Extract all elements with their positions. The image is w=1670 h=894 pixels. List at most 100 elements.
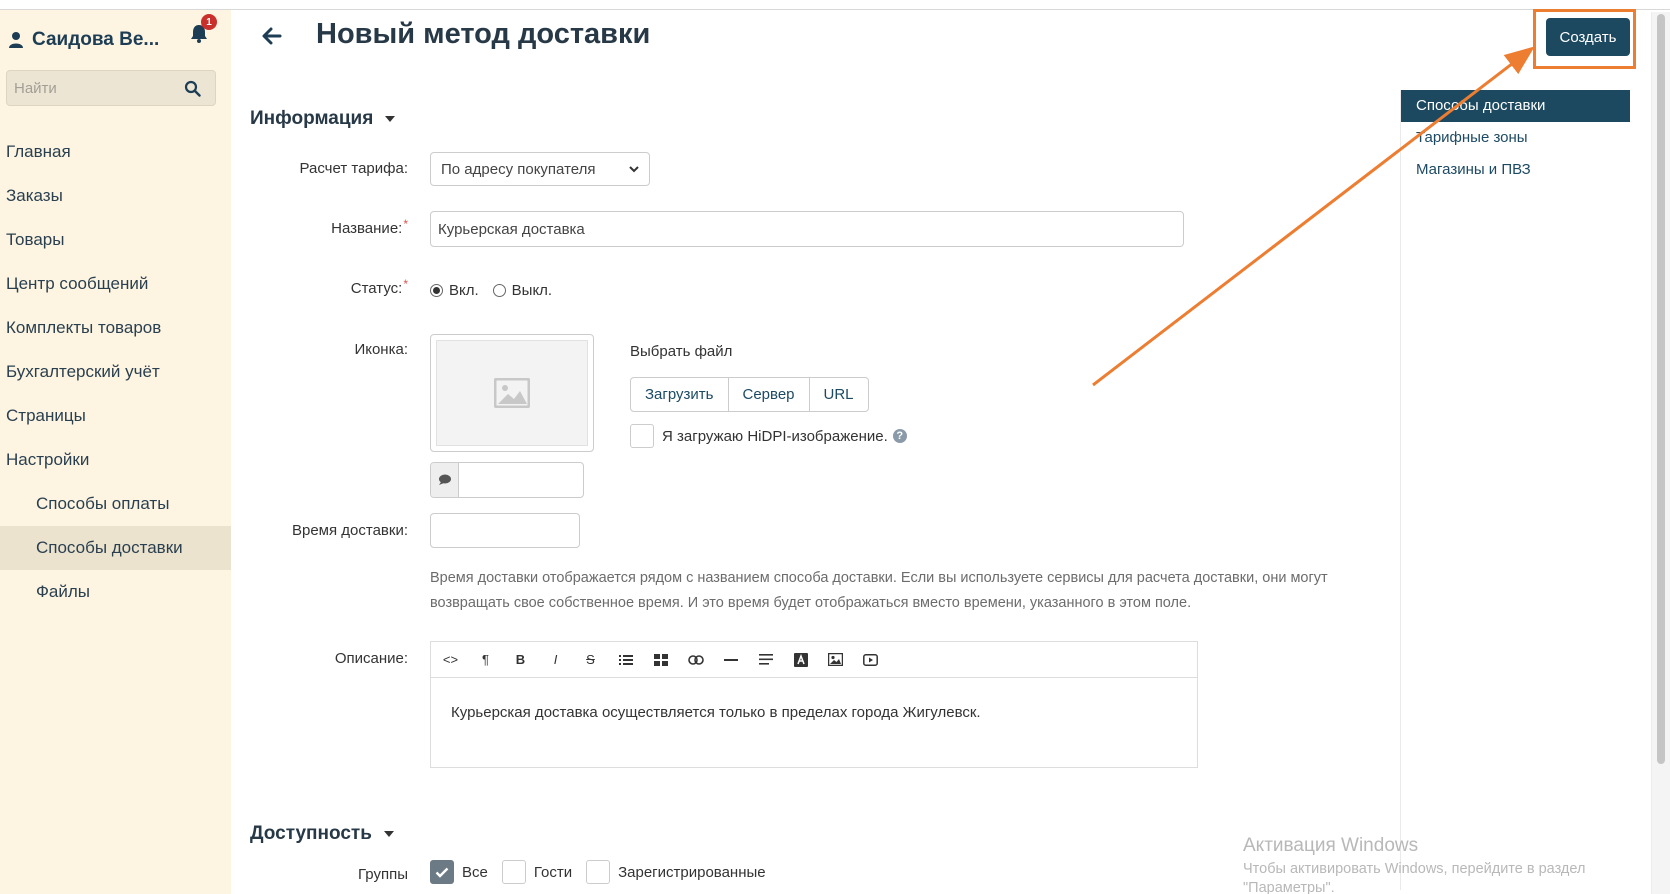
sidebar: Саидова Ве... 1 Главная Заказы Товары Це… [0,10,231,894]
italic-icon[interactable]: I [538,643,573,677]
strikethrough-icon[interactable]: S [573,643,608,677]
icon-label: Иконка: [354,341,408,358]
table-icon[interactable] [643,643,678,677]
group-registered-label: Зарегистрированные [618,863,766,881]
bold-icon[interactable]: B [503,643,538,677]
status-on-label: Вкл. [449,282,479,299]
hidpi-label: Я загружаю HiDPI-изображение. [662,427,888,445]
status-on-radio[interactable] [430,284,443,297]
list-icon[interactable] [608,643,643,677]
nav-item-files[interactable]: Файлы [0,570,231,614]
groups-checkbox-row: Все Гости Зарегистрированные [430,860,780,884]
user-icon [9,32,23,48]
groups-label: Группы [358,866,408,883]
availability-section-toggle[interactable]: Доступность [250,823,394,845]
icon-preview [430,334,594,452]
nav-item-message-center[interactable]: Центр сообщений [0,262,231,306]
nav-item-products[interactable]: Товары [0,218,231,262]
nav-item-settings[interactable]: Настройки [0,438,231,482]
nav-item-accounting[interactable]: Бухгалтерский учёт [0,350,231,394]
availability-heading: Доступность [250,823,372,844]
server-button[interactable]: Сервер [727,377,810,412]
hidpi-row: Я загружаю HiDPI-изображение. ? [630,424,907,448]
align-icon[interactable] [748,643,783,677]
name-label-text: Название: [331,220,403,237]
tariff-select[interactable]: По адресу покупателя [430,152,650,186]
nav-item-home[interactable]: Главная [0,130,231,174]
status-radio-group: Вкл. Выкл. [430,282,552,299]
horizontal-rule-icon[interactable] [713,643,748,677]
windows-activation-title: Активация Windows [1243,835,1419,856]
right-nav-delivery-methods[interactable]: Способы доставки [1401,90,1630,122]
required-marker: * [403,277,408,291]
right-nav-stores-pickup[interactable]: Магазины и ПВЗ [1401,154,1630,186]
editor-toolbar: <> ¶ B I S [431,642,1197,678]
main-nav: Главная Заказы Товары Центр сообщений Ко… [0,130,231,614]
notifications-button[interactable]: 1 [188,14,217,44]
group-registered-checkbox[interactable] [586,860,611,884]
video-icon[interactable] [853,643,888,677]
icon-alt-input[interactable] [430,462,584,498]
editor-body[interactable]: Курьерская доставка осуществляется тольк… [431,678,1197,747]
nav-item-delivery-methods[interactable]: Способы доставки [0,526,231,570]
windows-activation-line2: "Параметры". [1243,880,1335,894]
group-guests-checkbox[interactable] [501,860,526,884]
user-name: Саидова Ве... [32,29,160,50]
nav-item-payment-methods[interactable]: Способы оплаты [0,482,231,526]
info-section-toggle[interactable]: Информация [250,108,396,130]
back-arrow-icon[interactable] [262,27,282,45]
font-color-icon[interactable] [783,643,818,677]
upload-button-group: Загрузить Сервер URL [630,377,869,412]
group-guests-label: Гости [533,863,573,881]
group-all-checkbox[interactable] [430,860,454,884]
nav-item-orders[interactable]: Заказы [0,174,231,218]
delivery-time-input[interactable] [430,513,580,548]
code-icon[interactable]: <> [433,643,468,677]
name-input-value: Курьерская доставка [438,220,585,238]
required-marker: * [403,217,408,231]
info-section-heading: Информация [250,108,374,129]
status-label: Статус:* [350,277,408,297]
tariff-select-value: По адресу покупателя [441,160,596,178]
paragraph-icon[interactable]: ¶ [468,643,503,677]
image-icon[interactable] [818,643,853,677]
status-off-label: Выкл. [511,282,553,299]
name-input[interactable]: Курьерская доставка [430,211,1184,247]
caret-down-icon [385,116,396,122]
nav-item-pages[interactable]: Страницы [0,394,231,438]
chevron-down-icon [629,166,639,173]
windows-activation-line1: Чтобы активировать Windows, перейдите в … [1243,861,1586,877]
right-nav: Способы доставки Тарифные зоны Магазины … [1400,90,1630,890]
create-button[interactable]: Создать [1546,18,1630,56]
nav-item-bundles[interactable]: Комплекты товаров [0,306,231,350]
page-title: Новый метод доставки [316,18,651,50]
search-box [6,70,216,106]
delivery-time-help: Время доставки отображается рядом с назв… [430,570,1328,611]
tariff-label: Расчет тарифа: [299,160,409,177]
caret-down-icon [383,831,394,837]
window-top-border [0,0,1670,10]
status-off-radio[interactable] [492,284,506,297]
hidpi-checkbox[interactable] [630,424,654,448]
link-icon[interactable] [678,643,713,677]
description-editor: <> ¶ B I S Курьерская доставка осуществл… [430,641,1198,768]
url-button[interactable]: URL [808,377,869,412]
upload-button[interactable]: Загрузить [630,377,729,412]
user-menu[interactable]: Саидова Ве... [8,22,218,58]
image-placeholder-icon [494,378,530,408]
scrollbar[interactable] [1651,12,1670,894]
delivery-time-label: Время доставки: [291,522,408,539]
notification-badge: 1 [201,14,217,30]
choose-file-label: Выбрать файл [630,343,733,360]
comment-icon [431,463,459,497]
group-all-label: Все [462,863,488,881]
description-label: Описание: [334,650,408,667]
check-icon [435,867,449,878]
status-label-text: Статус: [350,280,403,297]
right-nav-tariff-zones[interactable]: Тарифные зоны [1401,122,1630,154]
search-input[interactable] [7,79,177,97]
help-icon[interactable]: ? [892,429,907,443]
scrollbar-thumb[interactable] [1657,14,1665,764]
name-label: Название:* [331,217,408,237]
search-icon[interactable] [184,80,201,97]
